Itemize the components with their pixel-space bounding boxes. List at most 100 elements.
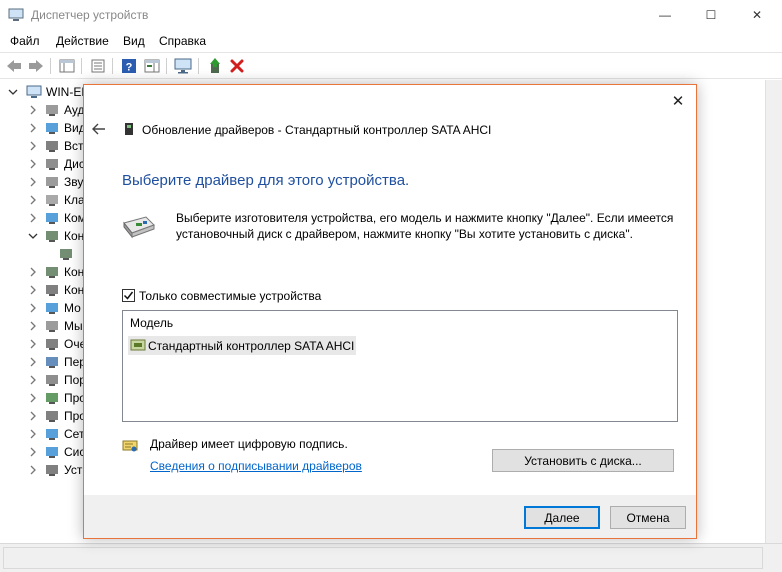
chevron-right-icon[interactable]: [28, 303, 38, 313]
cancel-button[interactable]: Отмена: [610, 506, 686, 529]
install-from-disk-button[interactable]: Установить с диска...: [492, 449, 674, 472]
list-item-label: Стандартный контроллер SATA AHCI: [148, 339, 355, 353]
tree-item[interactable]: Мы: [0, 317, 90, 335]
sound-icon: [46, 177, 58, 188]
minimize-button[interactable]: —: [642, 0, 688, 30]
tree-item[interactable]: Дис: [0, 155, 90, 173]
close-button[interactable]: ✕: [734, 0, 780, 30]
tree-item[interactable]: Кон: [0, 281, 90, 299]
chevron-right-icon[interactable]: [28, 375, 38, 385]
tree-item[interactable]: Ком: [0, 209, 90, 227]
tree-item[interactable]: Пер: [0, 353, 90, 371]
dialog-heading: Выберите драйвер для этого устройства.: [122, 172, 410, 189]
hid-device-icon: [46, 465, 58, 476]
arrow-left-icon: [7, 60, 21, 72]
tree-item[interactable]: Про: [0, 389, 90, 407]
tree-item[interactable]: Ауд: [0, 101, 90, 119]
tree-item[interactable]: Вст: [0, 137, 90, 155]
chevron-right-icon[interactable]: [28, 141, 38, 151]
chevron-down-icon[interactable]: [28, 231, 38, 241]
tree-item-label: Сет: [64, 427, 85, 441]
forward-button[interactable]: [27, 57, 45, 75]
tree-item[interactable]: Сис: [0, 443, 90, 461]
back-button[interactable]: [5, 57, 23, 75]
chevron-right-icon[interactable]: [28, 177, 38, 187]
help-button[interactable]: ?: [120, 57, 138, 75]
maximize-button[interactable]: ☐: [688, 0, 734, 30]
menu-help[interactable]: Справка: [159, 34, 206, 48]
scan-hardware-button[interactable]: [174, 57, 192, 75]
tree-item[interactable]: Зву: [0, 173, 90, 191]
usb-controller-icon: [46, 285, 58, 296]
tree-item[interactable]: Сет: [0, 425, 90, 443]
chevron-right-icon[interactable]: [28, 357, 38, 367]
chevron-right-icon[interactable]: [28, 105, 38, 115]
model-listbox[interactable]: Модель Стандартный контроллер SATA AHCI: [122, 310, 678, 422]
menu-action[interactable]: Действие: [56, 34, 109, 48]
show-hide-console-tree-button[interactable]: [58, 57, 76, 75]
tree-root[interactable]: WIN-EF: [0, 83, 90, 101]
chevron-right-icon[interactable]: [28, 195, 38, 205]
chevron-right-icon[interactable]: [28, 213, 38, 223]
properties-button[interactable]: [89, 57, 107, 75]
chevron-right-icon[interactable]: [28, 267, 38, 277]
chevron-right-icon[interactable]: [28, 447, 38, 457]
chevron-right-icon[interactable]: [28, 321, 38, 331]
update-driver-icon: [210, 58, 220, 73]
display-adapter-icon: [46, 123, 58, 134]
dialog-header: Обновление драйверов - Стандартный контр…: [142, 123, 492, 137]
chevron-down-icon[interactable]: [8, 87, 18, 97]
tree-item[interactable]: Кон: [0, 227, 90, 245]
chevron-right-icon[interactable]: [28, 285, 38, 295]
compatible-only-label: Только совместимые устройства: [139, 289, 322, 303]
tree-item[interactable]: Мо: [0, 299, 90, 317]
dialog-close-button[interactable]: ✕: [668, 91, 688, 111]
keyboard-icon: [46, 195, 58, 206]
tree-item[interactable]: Кон: [0, 263, 90, 281]
uninstall-device-button[interactable]: [228, 57, 246, 75]
controller-child-icon: [60, 249, 72, 260]
controller-icon: [46, 267, 58, 278]
tree-item[interactable]: [0, 245, 90, 263]
action-pane-button[interactable]: [143, 57, 161, 75]
close-icon: ✕: [751, 8, 763, 22]
tree-item[interactable]: Оче: [0, 335, 90, 353]
back-arrow-icon[interactable]: [91, 122, 107, 136]
compatible-only-checkbox[interactable]: [122, 289, 135, 302]
chevron-right-icon[interactable]: [28, 339, 38, 349]
firmware-icon: [46, 141, 58, 152]
menu-file[interactable]: Файл: [10, 34, 40, 48]
chevron-right-icon[interactable]: [28, 411, 38, 421]
toolbar: ?: [0, 52, 782, 79]
next-button[interactable]: Далее: [524, 506, 600, 529]
tree-item-label: Вст: [64, 139, 84, 153]
chevron-right-icon[interactable]: [28, 159, 38, 169]
update-driver-button[interactable]: [206, 57, 224, 75]
driver-signing-info-link[interactable]: Сведения о подписывании драйверов: [150, 459, 362, 473]
tree-item-label: Кон: [64, 283, 85, 297]
chevron-right-icon[interactable]: [28, 393, 38, 403]
tree-item[interactable]: Уст: [0, 461, 90, 479]
tree-item[interactable]: Вид: [0, 119, 90, 137]
tree-item[interactable]: Кла: [0, 191, 90, 209]
system-device-icon: [46, 447, 58, 458]
console-tree-icon: [59, 59, 75, 73]
chevron-right-icon[interactable]: [28, 123, 38, 133]
vertical-scrollbar[interactable]: [765, 80, 782, 543]
software-device-icon: [46, 411, 58, 422]
list-item[interactable]: Стандартный контроллер SATA AHCI: [128, 336, 356, 355]
dialog-footer: Далее Отмена: [84, 495, 696, 538]
print-queue-icon: [46, 339, 58, 350]
menu-view[interactable]: Вид: [123, 34, 145, 48]
tree-item[interactable]: Про: [0, 407, 90, 425]
properties-icon: [91, 59, 105, 73]
toolbar-separator: [112, 58, 113, 74]
red-x-icon: [230, 59, 244, 73]
circuit-board-icon: [123, 216, 155, 239]
tree-item-label: Зву: [64, 175, 84, 189]
window-title: Диспетчер устройств: [31, 8, 149, 22]
tree-item[interactable]: Пор: [0, 371, 90, 389]
chevron-right-icon[interactable]: [28, 465, 38, 475]
chevron-right-icon[interactable]: [28, 429, 38, 439]
tree-item-label: Кон: [64, 229, 85, 243]
